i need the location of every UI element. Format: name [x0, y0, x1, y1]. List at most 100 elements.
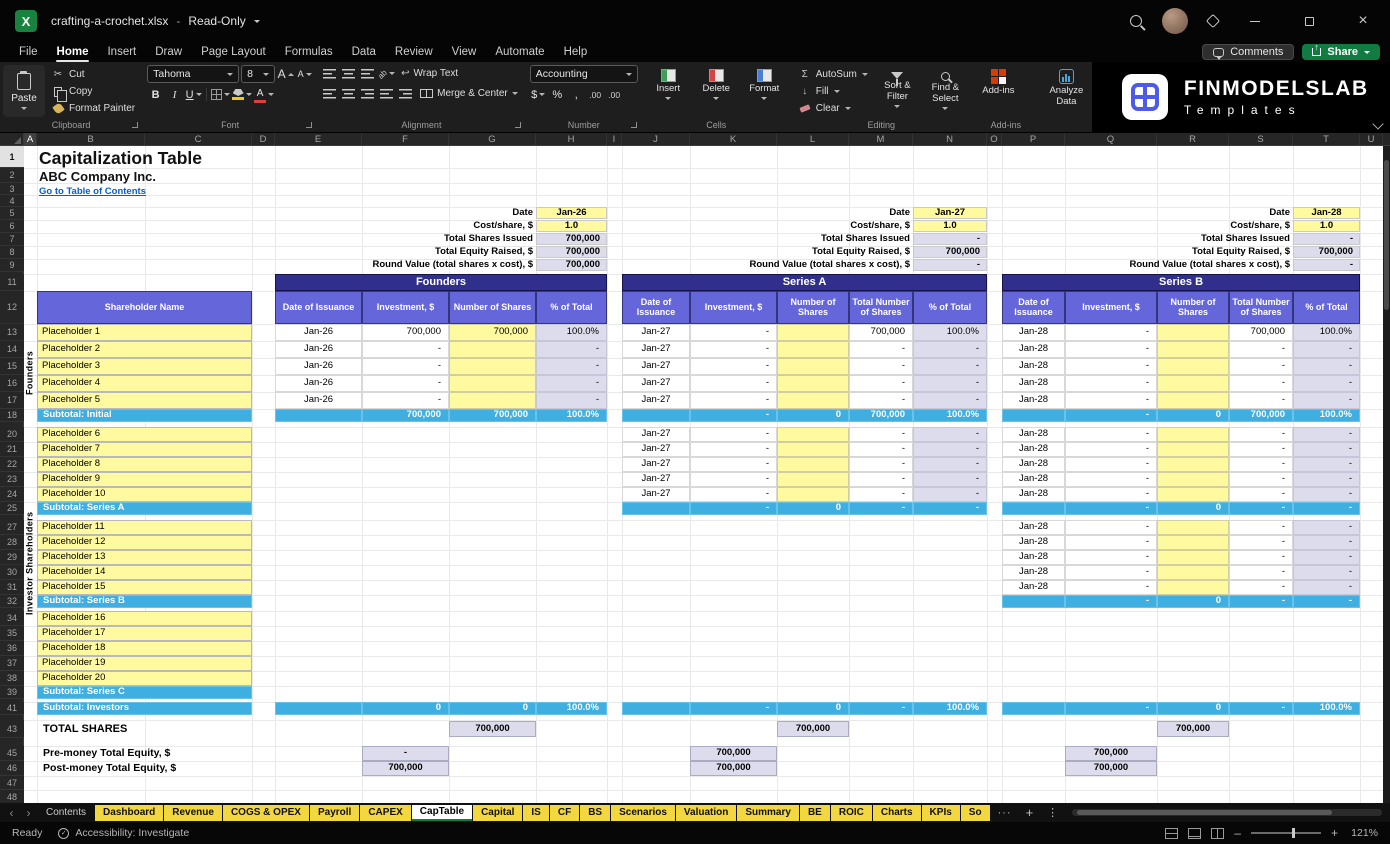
dialog-launcher-icon[interactable]: [306, 122, 312, 128]
summary-value[interactable]: 700,000: [536, 233, 607, 245]
cell-K17[interactable]: -: [690, 392, 777, 409]
cell-P14[interactable]: Jan-28: [1002, 341, 1065, 358]
cell-J14[interactable]: Jan-27: [622, 341, 690, 358]
cell-M24[interactable]: -: [849, 487, 913, 502]
cell-name-23[interactable]: Placeholder 9: [37, 472, 252, 487]
horizontal-scrollbar[interactable]: [1072, 809, 1382, 816]
cell-Q32[interactable]: -: [1065, 595, 1157, 608]
cell-P21[interactable]: Jan-28: [1002, 442, 1065, 457]
spreadsheet-grid[interactable]: Capitalization Table ABC Company Inc. Go…: [0, 146, 1390, 803]
cell-T28[interactable]: -: [1293, 535, 1360, 550]
cell-Q21[interactable]: -: [1065, 442, 1157, 457]
close-button[interactable]: [1346, 6, 1380, 36]
cell-K21[interactable]: -: [690, 442, 777, 457]
row-header-28[interactable]: 28: [0, 535, 24, 550]
sheet-tab-is[interactable]: IS: [523, 805, 548, 821]
addins-button[interactable]: Add-ins: [976, 65, 1021, 97]
summary-value[interactable]: -: [913, 259, 987, 271]
cell-P15[interactable]: Jan-28: [1002, 358, 1065, 375]
row-header-20[interactable]: 20: [0, 427, 24, 442]
cell-K14[interactable]: -: [690, 341, 777, 358]
cell-H15[interactable]: -: [536, 358, 607, 375]
sheet-tab-kpis[interactable]: KPIs: [922, 805, 960, 821]
zoom-in-button[interactable]: [1331, 826, 1338, 840]
cell-M20[interactable]: -: [849, 427, 913, 442]
normal-view-button[interactable]: [1165, 828, 1178, 839]
cell-P20[interactable]: Jan-28: [1002, 427, 1065, 442]
cell-R16[interactable]: [1157, 375, 1229, 392]
cell-L25[interactable]: 0: [777, 502, 849, 515]
cell-J23[interactable]: Jan-27: [622, 472, 690, 487]
summary-value[interactable]: 1.0: [1293, 220, 1360, 232]
cell-P32[interactable]: [1002, 595, 1065, 608]
row-header-22[interactable]: 22: [0, 457, 24, 472]
menu-item-formulas[interactable]: Formulas: [276, 44, 342, 60]
cell-T24[interactable]: -: [1293, 487, 1360, 502]
cell-K41[interactable]: -: [690, 702, 777, 715]
cell-Q25[interactable]: -: [1065, 502, 1157, 515]
cell-name-31[interactable]: Placeholder 15: [37, 580, 252, 595]
sheet-tab-valuation[interactable]: Valuation: [676, 805, 736, 821]
align-left-button[interactable]: [321, 85, 338, 102]
font-name-select[interactable]: Tahoma: [147, 65, 239, 83]
menu-item-insert[interactable]: Insert: [98, 44, 145, 60]
font-size-select[interactable]: 8: [241, 65, 275, 83]
cell-T41[interactable]: 100.0%: [1293, 702, 1360, 715]
cell-L16[interactable]: [777, 375, 849, 392]
cell-G18[interactable]: 700,000: [449, 409, 536, 422]
bold-button[interactable]: B: [147, 86, 164, 103]
column-header-A[interactable]: A: [24, 133, 37, 145]
cell-H14[interactable]: -: [536, 341, 607, 358]
summary-value[interactable]: Jan-27: [913, 207, 987, 219]
cell-L21[interactable]: [777, 442, 849, 457]
cell-N21[interactable]: -: [913, 442, 987, 457]
cell-E13[interactable]: Jan-26: [275, 324, 362, 341]
menu-item-file[interactable]: File: [10, 44, 47, 60]
summary-value[interactable]: 700,000: [1293, 246, 1360, 258]
sheet-tab-charts[interactable]: Charts: [873, 805, 921, 821]
row-header-32[interactable]: 32: [0, 595, 24, 608]
cell-R30[interactable]: [1157, 565, 1229, 580]
row-header-17[interactable]: 17: [0, 392, 24, 409]
row-header-47[interactable]: 47: [0, 776, 24, 790]
cell-name-21[interactable]: Placeholder 7: [37, 442, 252, 457]
cell-F15[interactable]: -: [362, 358, 449, 375]
row-header-34[interactable]: 34: [0, 611, 24, 626]
sheet-tab-payroll[interactable]: Payroll: [310, 805, 359, 821]
cell-R23[interactable]: [1157, 472, 1229, 487]
cell-E18[interactable]: [275, 409, 362, 422]
premoney-value[interactable]: 700,000: [690, 746, 777, 761]
row-header-35[interactable]: 35: [0, 626, 24, 641]
cell-name-22[interactable]: Placeholder 8: [37, 457, 252, 472]
row-header-12[interactable]: 12: [0, 291, 24, 324]
row-header-13[interactable]: 13: [0, 324, 24, 341]
decrease-indent-button[interactable]: [378, 85, 395, 102]
cell-Q14[interactable]: -: [1065, 341, 1157, 358]
cell-R13[interactable]: [1157, 324, 1229, 341]
cell-J13[interactable]: Jan-27: [622, 324, 690, 341]
cell-H16[interactable]: -: [536, 375, 607, 392]
font-color-button[interactable]: [254, 86, 274, 103]
cell-P27[interactable]: Jan-28: [1002, 520, 1065, 535]
cell-P22[interactable]: Jan-28: [1002, 457, 1065, 472]
column-header-M[interactable]: M: [849, 133, 913, 145]
cell-Q31[interactable]: -: [1065, 580, 1157, 595]
select-all-corner[interactable]: [0, 133, 24, 145]
cell-P23[interactable]: Jan-28: [1002, 472, 1065, 487]
cell-S31[interactable]: -: [1229, 580, 1293, 595]
cell-S22[interactable]: -: [1229, 457, 1293, 472]
cell-H41[interactable]: 100.0%: [536, 702, 607, 715]
cell-S27[interactable]: -: [1229, 520, 1293, 535]
cell-R18[interactable]: 0: [1157, 409, 1229, 422]
cell-T30[interactable]: -: [1293, 565, 1360, 580]
row-header-18[interactable]: 18: [0, 409, 24, 422]
column-header-B[interactable]: B: [37, 133, 145, 145]
cell-N16[interactable]: -: [913, 375, 987, 392]
cell-name-28[interactable]: Placeholder 12: [37, 535, 252, 550]
column-header-K[interactable]: K: [690, 133, 777, 145]
minimize-button[interactable]: [1238, 6, 1272, 36]
summary-value[interactable]: 700,000: [536, 246, 607, 258]
cell-N23[interactable]: -: [913, 472, 987, 487]
cell-E41[interactable]: [275, 702, 362, 715]
cell-F13[interactable]: 700,000: [362, 324, 449, 341]
